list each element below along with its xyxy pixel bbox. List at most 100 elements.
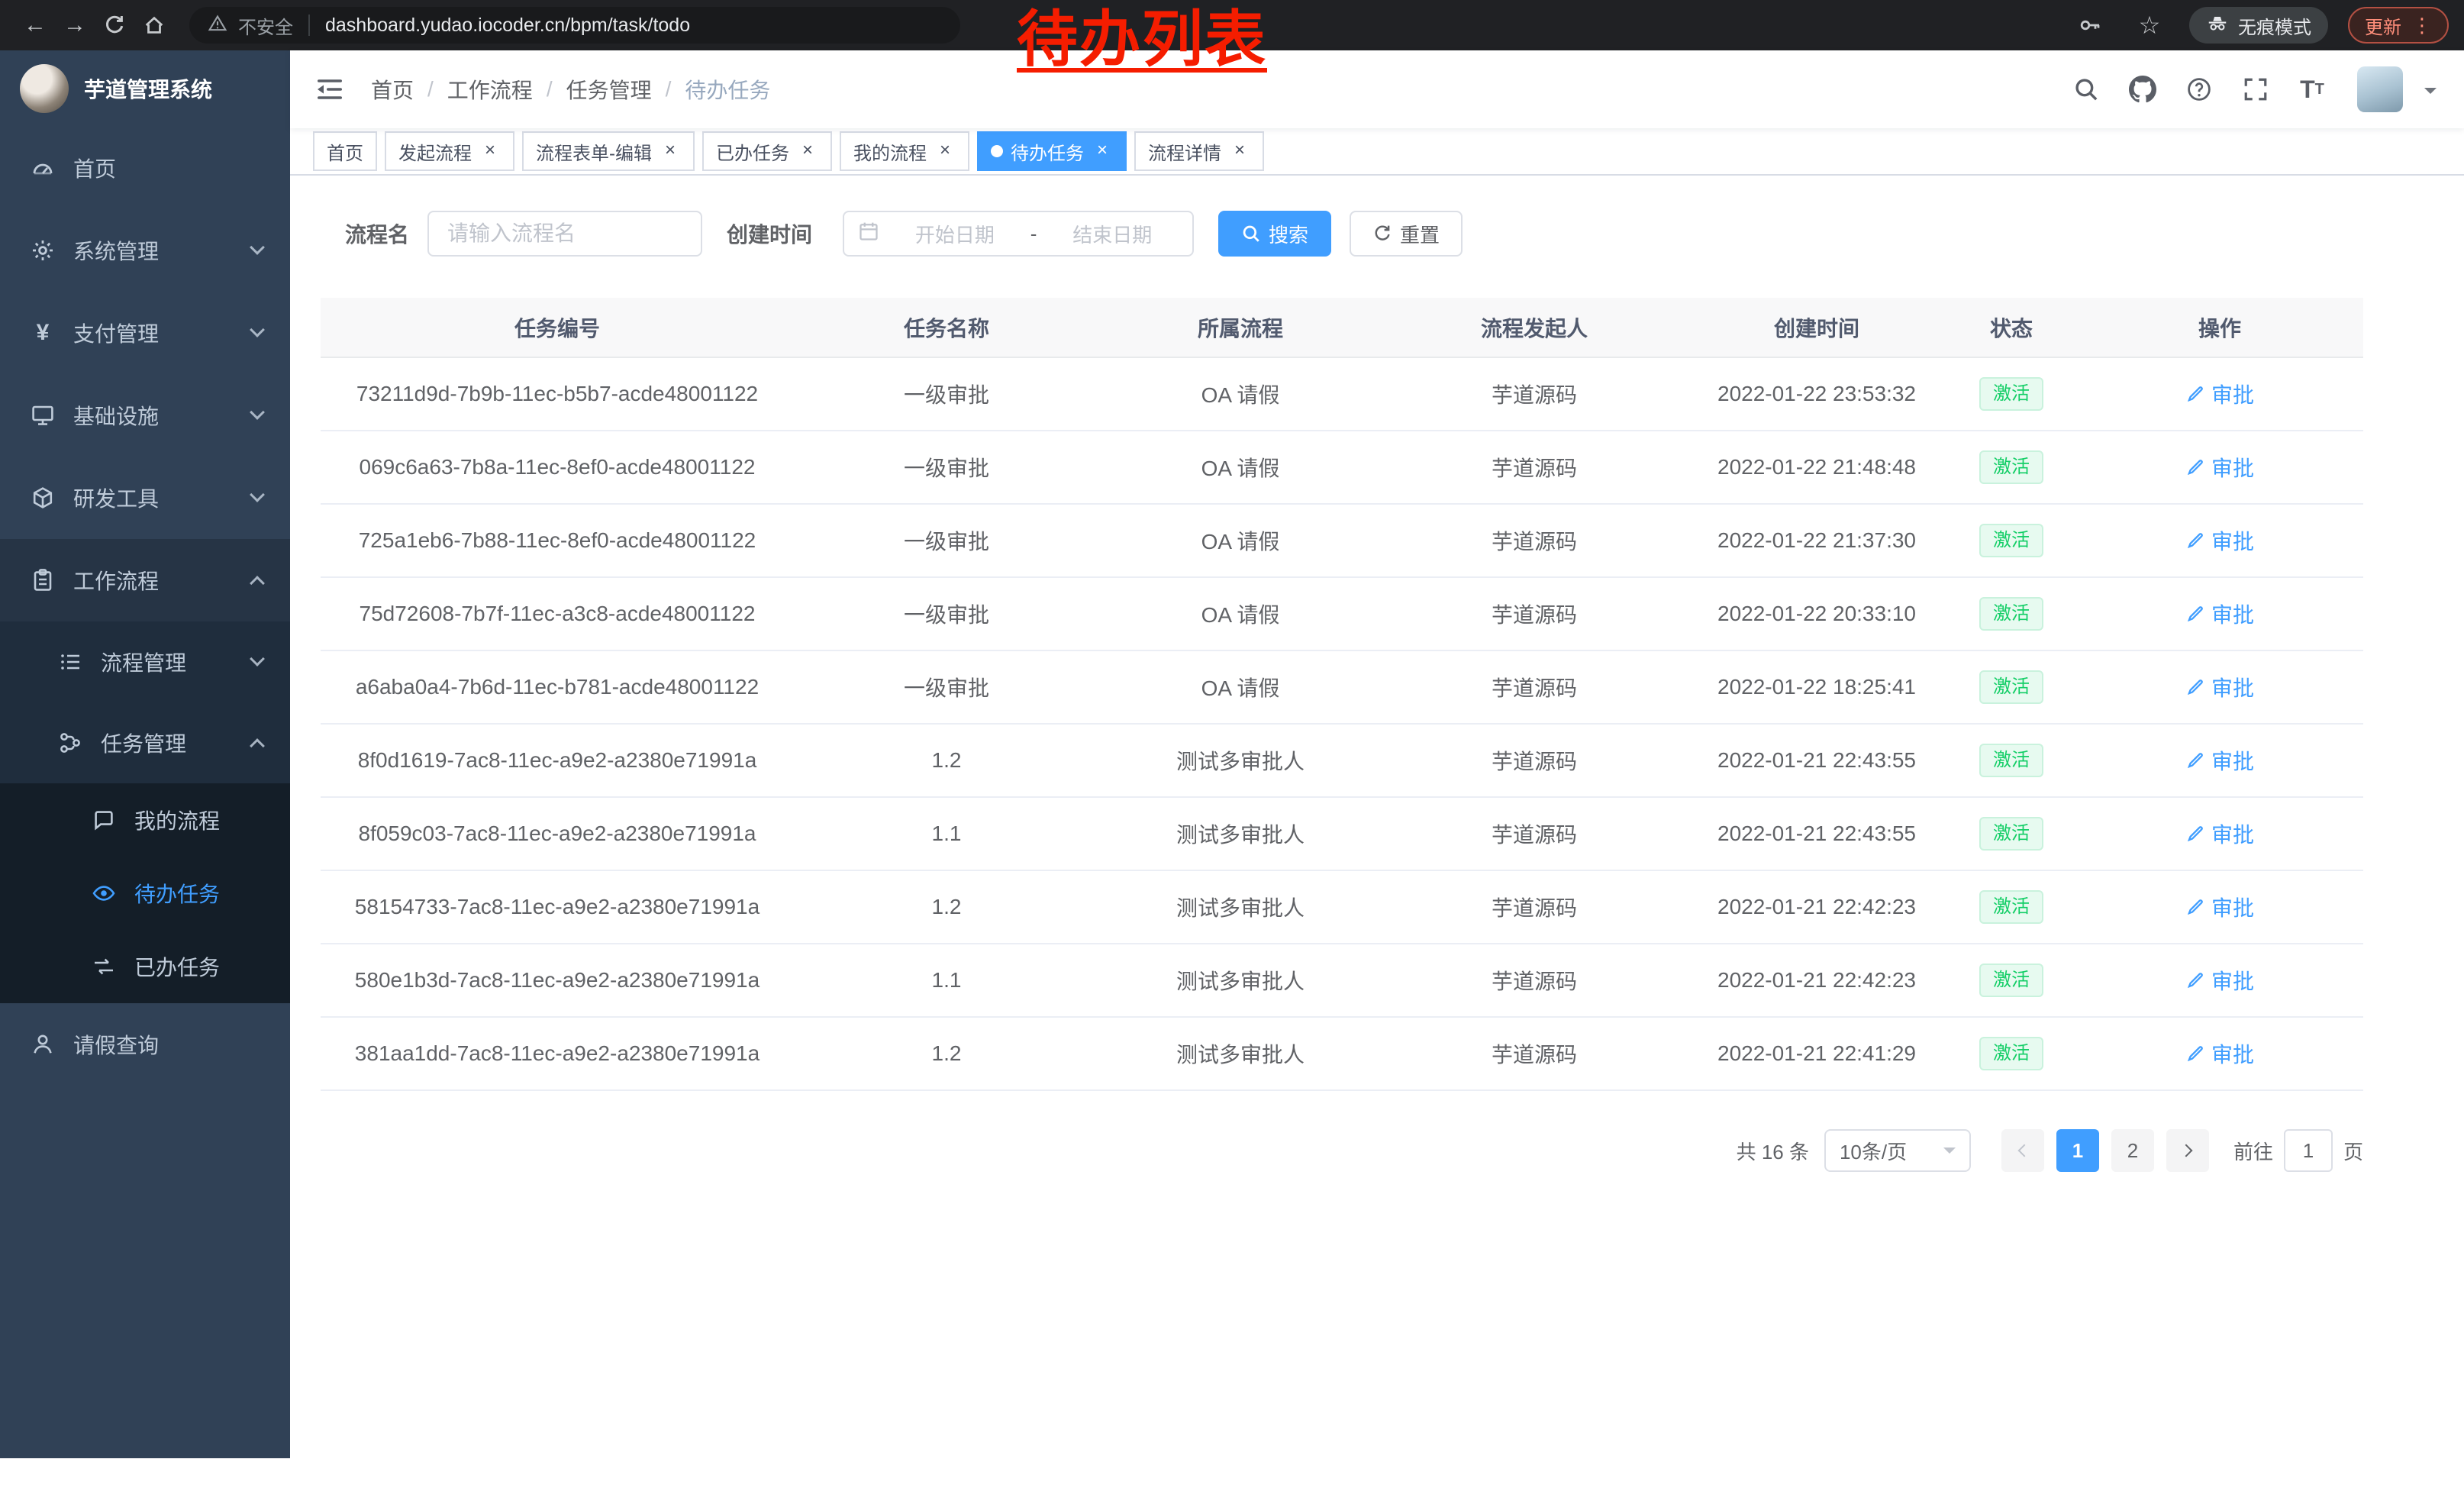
tab-close-icon[interactable] [934,140,956,162]
sidebar-item-devtools[interactable]: 研发工具 [0,457,290,539]
fullscreen-icon[interactable] [2232,66,2279,113]
approve-link[interactable]: 审批 [2185,965,2254,996]
browser-home-icon[interactable] [134,5,174,45]
browser-update-button[interactable]: 更新 [2348,7,2449,44]
cell-create-time: 2022-01-21 22:43:55 [1687,724,1946,797]
approve-link[interactable]: 审批 [2185,379,2254,409]
top-navbar: 首页 工作流程 任务管理 待办任务 [290,50,2464,128]
devtools-icon [31,486,55,510]
tab-close-icon[interactable] [1229,140,1250,162]
sidebar-item-system-management[interactable]: 系统管理 [0,209,290,292]
cell-create-time: 2022-01-21 22:42:23 [1687,870,1946,944]
address-bar[interactable]: 不安全 dashboard.yudao.iocoder.cn/bpm/task/… [189,7,960,44]
cell-process: 测试多审批人 [1099,724,1382,797]
approve-link[interactable]: 审批 [2185,452,2254,483]
sidebar-item-process-management[interactable]: 流程管理 [0,621,290,702]
tab-close-icon[interactable] [479,140,501,162]
cell-initiator: 芋道源码 [1382,870,1687,944]
table-row: 069c6a63-7b8a-11ec-8ef0-acde48001122 一级审… [321,431,2363,504]
dashboard-icon [31,156,55,180]
browser-reload-icon[interactable] [95,5,134,45]
cell-initiator: 芋道源码 [1382,1017,1687,1090]
prev-page-button[interactable] [2001,1129,2044,1172]
tab-home[interactable]: 首页 [313,131,377,171]
page-button-1[interactable]: 1 [2056,1129,2099,1172]
filter-bar: 流程名 创建时间 开始日期 - 结束日期 搜索 [321,211,2464,257]
date-range-picker[interactable]: 开始日期 - 结束日期 [843,211,1194,257]
tab-process-form-edit[interactable]: 流程表单-编辑 [522,131,695,171]
todo-task-page: 流程名 创建时间 开始日期 - 结束日期 搜索 [290,176,2464,1172]
approve-link[interactable]: 审批 [2185,745,2254,776]
cell-task-name: 一级审批 [794,650,1099,724]
approve-link[interactable]: 审批 [2185,1038,2254,1069]
sidebar-item-infrastructure[interactable]: 基础设施 [0,374,290,457]
logo-image [20,64,69,113]
sidebar-item-task-management[interactable]: 任务管理 [0,702,290,783]
help-icon[interactable] [2175,66,2223,113]
avatar-dropdown-caret-icon[interactable] [2424,88,2437,100]
page: 不安全 dashboard.yudao.iocoder.cn/bpm/task/… [0,0,2464,1501]
tab-process-detail[interactable]: 流程详情 [1134,131,1264,171]
calendar-icon [858,221,879,247]
bookmark-star-icon[interactable] [2130,5,2169,45]
tab-done-tasks[interactable]: 已办任务 [702,131,832,171]
annotation-text: 待办列表 [1017,8,1267,72]
goto-label: 前往 [2233,1137,2273,1165]
page-goto-input[interactable] [2284,1129,2333,1172]
chevron-up-icon [250,738,265,754]
next-page-button[interactable] [2166,1129,2209,1172]
sidebar-item-home[interactable]: 首页 [0,127,290,209]
avatar[interactable] [2357,66,2403,112]
sidebar-item-leave-query[interactable]: 请假查询 [0,1003,290,1086]
table-row: 725a1eb6-7b88-11ec-8ef0-acde48001122 一级审… [321,504,2363,577]
sidebar-item-my-process[interactable]: 我的流程 [0,783,290,857]
page-size-select[interactable]: 10条/页 [1824,1129,1971,1172]
cell-task-name: 一级审批 [794,357,1099,431]
tab-close-icon[interactable] [660,140,681,162]
approve-link[interactable]: 审批 [2185,672,2254,702]
browser-menu-icon[interactable] [2412,14,2432,37]
approve-link[interactable]: 审批 [2185,892,2254,922]
tab-todo-tasks[interactable]: 待办任务 [977,131,1127,171]
tab-close-icon[interactable] [797,140,818,162]
cell-task-id: 73211d9d-7b9b-11ec-b5b7-acde48001122 [321,357,794,431]
process-name-input[interactable] [427,211,702,257]
password-key-icon[interactable] [2070,5,2110,45]
cell-create-time: 2022-01-21 22:41:29 [1687,1017,1946,1090]
search-button[interactable]: 搜索 [1218,211,1331,257]
status-badge: 激活 [1979,670,2043,704]
browser-back-icon[interactable] [15,5,55,45]
page-button-2[interactable]: 2 [2111,1129,2154,1172]
breadcrumb-home[interactable]: 首页 [371,74,414,105]
sidebar-collapse-icon[interactable] [313,73,347,106]
sidebar-item-workflow[interactable]: 工作流程 [0,539,290,621]
tab-start-process[interactable]: 发起流程 [385,131,514,171]
task-branch-icon [58,731,82,755]
breadcrumb-separator [547,77,553,102]
cell-initiator: 芋道源码 [1382,944,1687,1017]
approve-link[interactable]: 审批 [2185,525,2254,556]
github-icon[interactable] [2119,66,2166,113]
sidebar-item-done-tasks[interactable]: 已办任务 [0,930,290,1003]
table-row: 8f059c03-7ac8-11ec-a9e2-a2380e71991a 1.1… [321,797,2363,870]
sidebar-item-payment-management[interactable]: ¥ 支付管理 [0,292,290,374]
approve-link[interactable]: 审批 [2185,599,2254,629]
cell-task-name: 1.2 [794,870,1099,944]
breadcrumb-workflow[interactable]: 工作流程 [447,74,533,105]
payment-yen-icon: ¥ [31,321,55,345]
approve-link[interactable]: 审批 [2185,818,2254,849]
create-time-label: 创建时间 [727,218,812,249]
status-badge: 激活 [1979,964,2043,997]
reset-button[interactable]: 重置 [1350,211,1463,257]
status-badge: 激活 [1979,1037,2043,1070]
browser-forward-icon[interactable] [55,5,95,45]
cell-task-id: 8f0d1619-7ac8-11ec-a9e2-a2380e71991a [321,724,794,797]
cell-initiator: 芋道源码 [1382,724,1687,797]
font-size-icon[interactable] [2288,66,2336,113]
sidebar-item-todo-tasks[interactable]: 待办任务 [0,857,290,930]
breadcrumb-task-management[interactable]: 任务管理 [566,74,652,105]
tab-my-process[interactable]: 我的流程 [840,131,969,171]
cell-task-id: 069c6a63-7b8a-11ec-8ef0-acde48001122 [321,431,794,504]
search-icon[interactable] [2062,66,2110,113]
tab-close-icon[interactable] [1092,140,1113,162]
